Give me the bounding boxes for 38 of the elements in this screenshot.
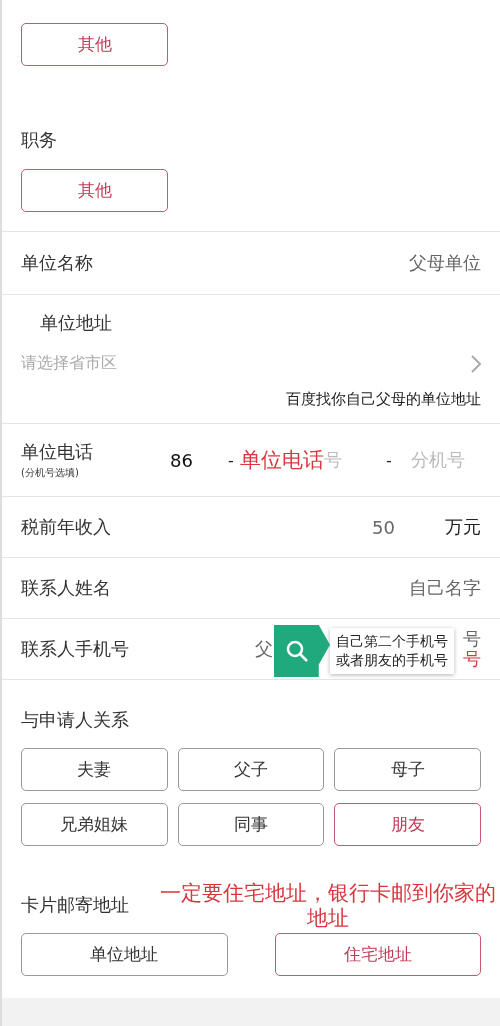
search-icon [285, 639, 309, 663]
search-button[interactable] [274, 625, 330, 677]
field-value[interactable]: 号 [463, 629, 481, 649]
option-button[interactable]: 同事 [177, 803, 325, 846]
annotation-text: 一定要住宅地址，银行卡邮到你家的地址 [159, 881, 497, 931]
field-label: 与申请人关系 [21, 708, 129, 732]
field-label: 单位地址 [40, 311, 112, 335]
field-value[interactable]: 自己名字 [409, 576, 481, 600]
field-label: 卡片邮寄地址 [21, 893, 129, 917]
field-value[interactable]: 父 [255, 637, 273, 661]
field-hint: (分机号选填) [21, 466, 80, 480]
income-field[interactable]: 50 [372, 516, 395, 538]
tooltip-text: 自己第二个手机号 [336, 632, 448, 651]
option-button[interactable]: 其他 [21, 23, 168, 66]
field-label: 联系人姓名 [21, 576, 112, 600]
option-button[interactable]: 住宅地址 [274, 933, 481, 976]
field-value[interactable]: 父母单位 [409, 251, 481, 275]
field-label: 联系人手机号 [21, 637, 130, 661]
annotation-text: 单位电话 [240, 447, 324, 474]
separator: - [386, 450, 393, 470]
option-button[interactable]: 单位地址 [21, 933, 228, 976]
option-button[interactable]: 朋友 [334, 803, 481, 846]
option-button[interactable]: 父子 [177, 748, 325, 791]
unit-label: 万元 [445, 515, 481, 539]
separator: - [228, 450, 235, 470]
option-button[interactable]: 母子 [334, 748, 481, 791]
tooltip-text: 或者朋友的手机号 [336, 651, 448, 670]
field-label: 职务 [21, 128, 57, 152]
annotation-text: 号 [463, 649, 481, 669]
option-button[interactable]: 其他 [21, 169, 168, 212]
field-label: 单位电话 [21, 440, 93, 464]
chevron-right-icon [471, 354, 481, 373]
address-note: 百度找你自己父母的单位地址 [286, 390, 481, 409]
area-code-field[interactable]: 86 [170, 449, 228, 471]
option-button[interactable]: 兄弟姐妹 [21, 803, 168, 846]
option-button[interactable]: 夫妻 [21, 748, 168, 791]
field-label: 单位名称 [21, 251, 94, 275]
field-label: 税前年收入 [21, 515, 112, 539]
